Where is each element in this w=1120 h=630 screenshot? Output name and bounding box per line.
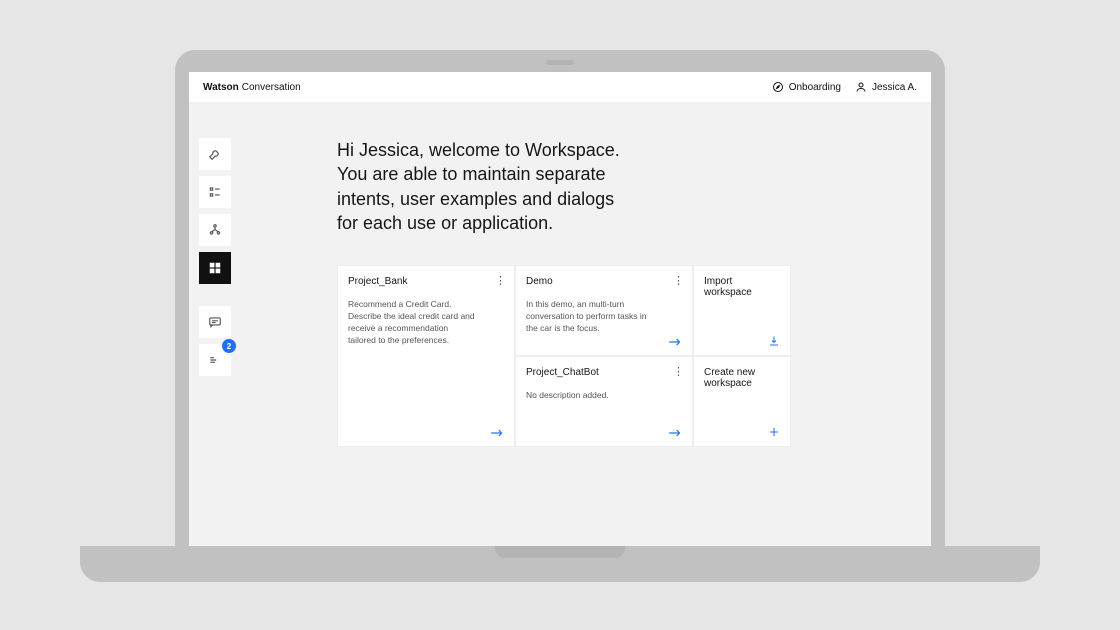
card-title: Project_Bank: [348, 276, 504, 287]
plus-icon[interactable]: [768, 426, 780, 438]
wrench-icon: [208, 147, 222, 161]
sidebar-item-dialog[interactable]: [199, 214, 231, 246]
download-icon[interactable]: [768, 335, 780, 347]
create-workspace-card[interactable]: Create new workspace: [693, 356, 791, 447]
app-header: Watson Conversation Onboarding: [189, 72, 931, 102]
workspace-card-project-bank[interactable]: Project_Bank Recommend a Credit Card. De…: [337, 265, 515, 447]
kebab-icon[interactable]: ⋮: [673, 367, 684, 378]
chat-icon: [208, 315, 222, 329]
card-title: Import workspace: [704, 276, 774, 298]
main-content: Hi Jessica, welcome to Workspace. You ar…: [337, 138, 917, 550]
arrow-right-icon[interactable]: [668, 337, 682, 347]
sidebar: 2: [199, 138, 231, 376]
brand-bold: Watson: [203, 82, 239, 93]
card-description: In this demo, an multi-turn conversation…: [526, 299, 656, 335]
improve-icon: [208, 353, 222, 367]
card-title: Create new workspace: [704, 367, 774, 389]
user-icon: [855, 81, 867, 93]
brand: Watson Conversation: [203, 82, 301, 93]
laptop-notch: [495, 546, 625, 558]
header-right: Onboarding Jessica A.: [772, 81, 917, 93]
sidebar-item-improve[interactable]: 2: [199, 344, 231, 376]
list-icon: [208, 185, 222, 199]
arrow-right-icon[interactable]: [490, 428, 504, 438]
card-description: Recommend a Credit Card. Describe the id…: [348, 299, 478, 347]
import-workspace-card[interactable]: Import workspace: [693, 265, 791, 356]
arrow-right-icon[interactable]: [668, 428, 682, 438]
kebab-icon[interactable]: ⋮: [495, 276, 506, 287]
card-title: Demo: [526, 276, 682, 287]
sidebar-item-workspaces[interactable]: [199, 252, 231, 284]
onboarding-label: Onboarding: [789, 82, 841, 93]
laptop-camera: [546, 60, 574, 65]
user-menu[interactable]: Jessica A.: [855, 81, 917, 93]
welcome-text: Hi Jessica, welcome to Workspace. You ar…: [337, 138, 637, 235]
onboarding-link[interactable]: Onboarding: [772, 81, 841, 93]
sidebar-item-chat[interactable]: [199, 306, 231, 338]
kebab-icon[interactable]: ⋮: [673, 276, 684, 287]
compass-icon: [772, 81, 784, 93]
card-description: No description added.: [526, 390, 656, 402]
card-title: Project_ChatBot: [526, 367, 682, 378]
laptop-frame: Watson Conversation Onboarding: [175, 50, 945, 550]
workspace-card-demo[interactable]: Demo In this demo, an multi-turn convers…: [515, 265, 693, 356]
tree-icon: [208, 223, 222, 237]
sidebar-item-build[interactable]: [199, 138, 231, 170]
app-screen: Watson Conversation Onboarding: [189, 72, 931, 550]
sidebar-item-entities[interactable]: [199, 176, 231, 208]
notification-badge: 2: [222, 339, 236, 353]
user-name: Jessica A.: [872, 82, 917, 93]
workspace-grid: Project_Bank Recommend a Credit Card. De…: [337, 265, 791, 447]
workspace-card-chatbot[interactable]: Project_ChatBot No description added. ⋮: [515, 356, 693, 447]
grid-icon: [208, 261, 222, 275]
brand-light: Conversation: [242, 82, 301, 93]
